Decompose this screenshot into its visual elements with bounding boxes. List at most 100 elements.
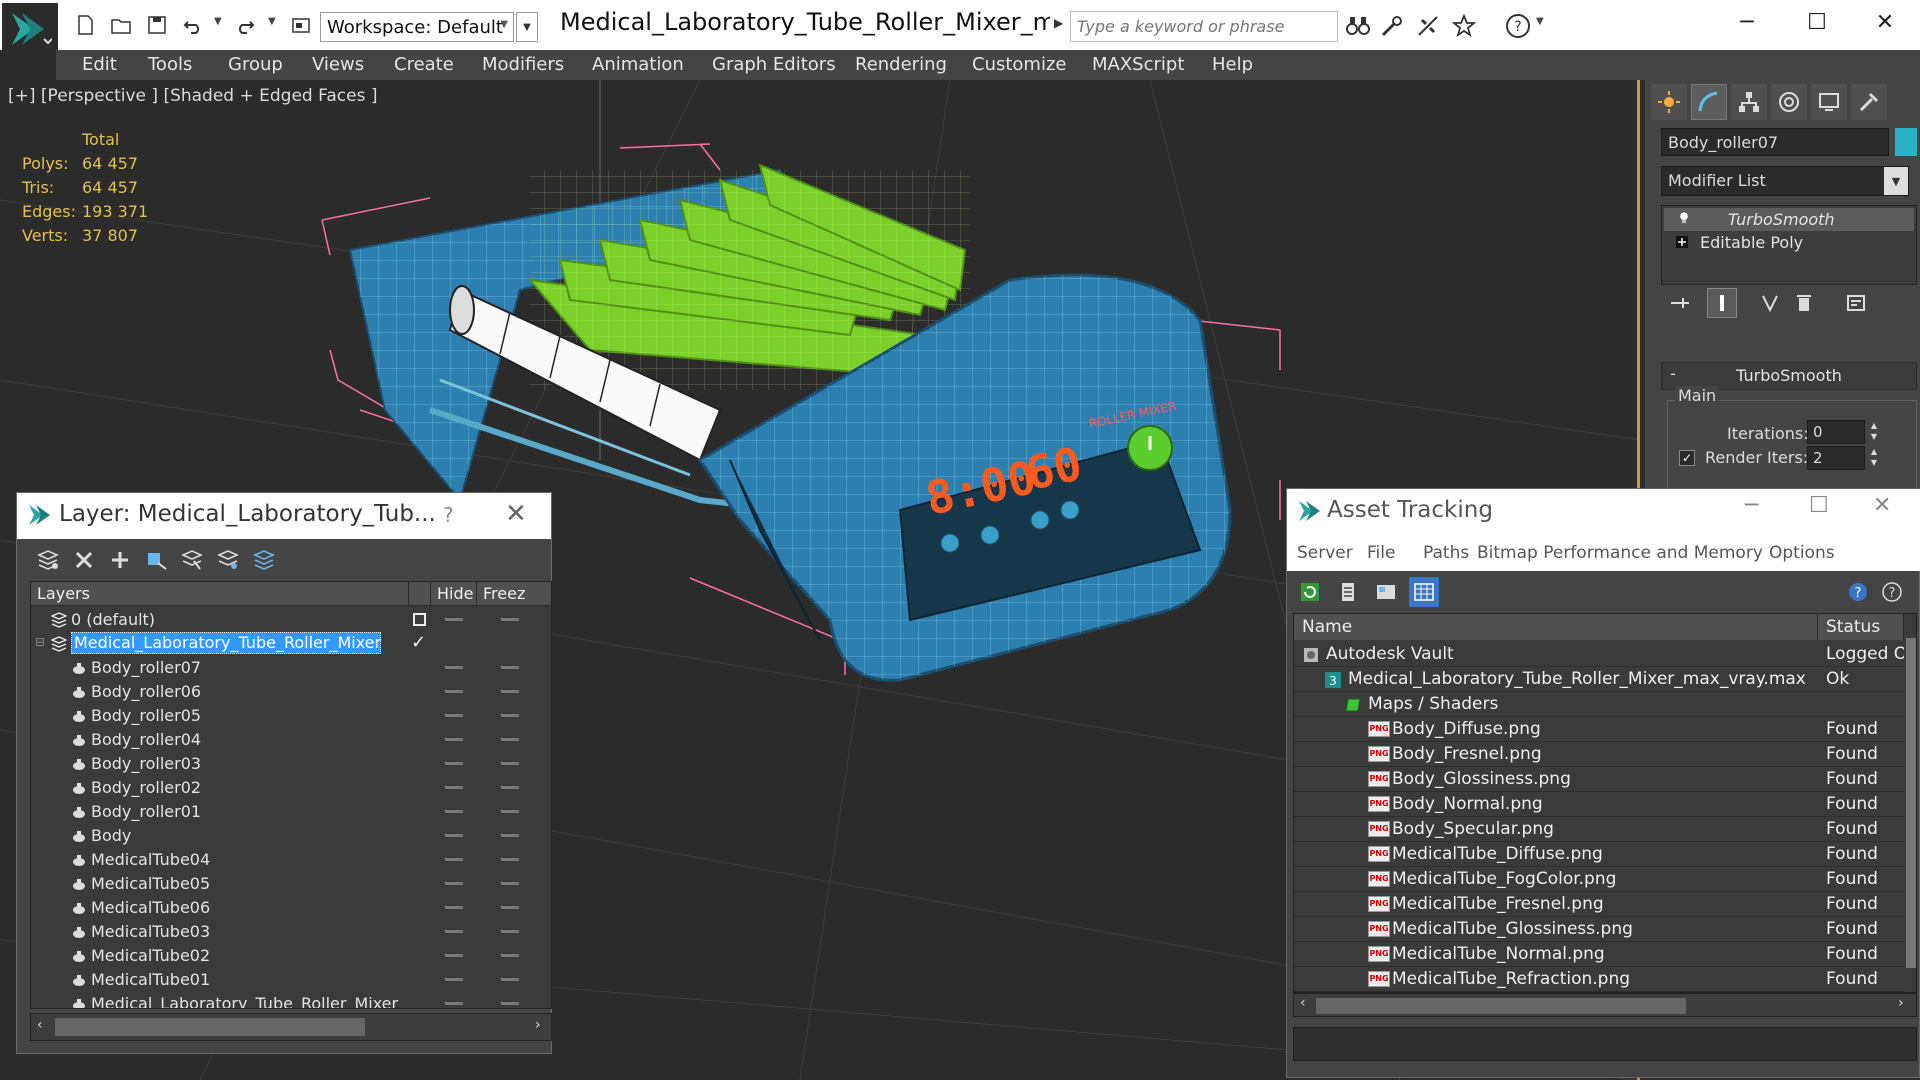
menu-rendering[interactable]: Rendering <box>855 54 947 75</box>
menu-maxscript[interactable]: MAXScript <box>1092 54 1184 75</box>
layer-object-row[interactable]: MedicalTube03 <box>31 920 551 944</box>
table-view-icon[interactable] <box>1409 577 1439 607</box>
asset-row[interactable]: PNG Body_Normal.png Found <box>1294 792 1904 817</box>
layer-object-row[interactable]: Body <box>31 824 551 848</box>
column-header-layers[interactable]: Layers <box>31 582 409 606</box>
hide-toggle[interactable] <box>445 738 463 741</box>
display-tab-icon[interactable] <box>1811 84 1847 120</box>
help-question-icon[interactable]: ? <box>1843 577 1873 607</box>
freeze-toggle[interactable] <box>501 978 519 981</box>
list-view-icon[interactable] <box>1333 577 1363 607</box>
asset-row[interactable]: Maps / Shaders <box>1294 692 1904 717</box>
layer-object-row[interactable]: MedicalTube02 <box>31 944 551 968</box>
asset-row[interactable]: PNG MedicalTube_Diffuse.png Found <box>1294 842 1904 867</box>
layer-settings-icon[interactable] <box>33 545 63 575</box>
spinner-arrows-icon[interactable]: ▲ ▼ <box>1867 420 1881 444</box>
tools-icon[interactable] <box>1378 13 1406 39</box>
hide-toggle[interactable] <box>445 1002 463 1005</box>
asset-row[interactable]: PNG Body_Fresnel.png Found <box>1294 742 1904 767</box>
asset-row[interactable]: PNG MedicalTube_Glossiness.png Found <box>1294 917 1904 942</box>
column-header-freeze[interactable]: Freez <box>477 582 551 606</box>
thumbnail-view-icon[interactable] <box>1371 577 1401 607</box>
hide-toggle[interactable] <box>445 666 463 669</box>
layer-object-row[interactable]: Body_roller03 <box>31 752 551 776</box>
title-expand-icon[interactable]: ▶ <box>1054 16 1063 30</box>
freeze-toggle[interactable] <box>501 1002 519 1005</box>
layer-object-row[interactable]: Body_roller01 <box>31 800 551 824</box>
current-layer-check-icon[interactable]: ✓ <box>411 632 426 653</box>
freeze-toggle[interactable] <box>501 930 519 933</box>
help-icon[interactable]: ? <box>443 503 454 527</box>
create-tab-icon[interactable] <box>1651 84 1687 120</box>
object-color-swatch[interactable] <box>1895 128 1917 156</box>
motion-tab-icon[interactable] <box>1771 84 1807 120</box>
show-end-result-icon[interactable] <box>1707 288 1737 318</box>
highlight-layer-icon[interactable] <box>213 545 243 575</box>
menu-help[interactable]: Help <box>1212 54 1253 75</box>
hide-toggle[interactable] <box>445 618 463 621</box>
hide-toggle[interactable] <box>445 714 463 717</box>
freeze-toggle[interactable] <box>501 666 519 669</box>
hide-toggle[interactable] <box>445 858 463 861</box>
freeze-toggle[interactable] <box>501 738 519 741</box>
search-input[interactable] <box>1070 11 1338 42</box>
asset-row[interactable]: PNG MedicalTube_Fresnel.png Found <box>1294 892 1904 917</box>
asset-menu-server[interactable]: Server <box>1297 543 1353 563</box>
menu-tools[interactable]: Tools <box>148 54 192 75</box>
minimize-icon[interactable]: ─ <box>1712 0 1782 44</box>
freeze-toggle[interactable] <box>501 906 519 909</box>
menu-edit[interactable]: Edit <box>82 54 117 75</box>
hide-toggle[interactable] <box>445 762 463 765</box>
freeze-toggle[interactable] <box>501 810 519 813</box>
open-folder-icon[interactable] <box>108 12 134 38</box>
layer-object-row[interactable]: Body_roller07 <box>31 656 551 680</box>
scrollbar-thumb[interactable] <box>1906 638 1916 968</box>
undo-dropdown-icon[interactable]: ▼ <box>214 16 226 34</box>
hide-toggle[interactable] <box>445 690 463 693</box>
stack-item-turbosmooth[interactable]: TurboSmooth <box>1664 208 1914 231</box>
layer-object-row[interactable]: MedicalTube01 <box>31 968 551 992</box>
asset-row[interactable]: Autodesk Vault Logged Out <box>1294 642 1904 667</box>
help-dropdown-icon[interactable]: ▼ <box>1536 16 1548 34</box>
iterations-spinner[interactable]: 0 <box>1807 420 1865 444</box>
close-icon[interactable]: ✕ <box>505 499 527 529</box>
add-selection-icon[interactable] <box>141 545 171 575</box>
save-icon[interactable] <box>144 12 170 38</box>
redo-dropdown-icon[interactable]: ▼ <box>268 16 280 34</box>
binoculars-icon[interactable] <box>1344 13 1372 39</box>
configure-sets-icon[interactable] <box>1841 288 1871 318</box>
help-icon[interactable]: ? <box>1504 13 1532 39</box>
asset-menu-bitmap[interactable]: Bitmap Performance and Memory <box>1477 543 1763 563</box>
asset-row[interactable]: PNG Body_Specular.png Found <box>1294 817 1904 842</box>
delete-layer-icon[interactable] <box>69 545 99 575</box>
scrollbar-thumb[interactable] <box>55 1018 365 1036</box>
collapse-minus-icon[interactable]: ⊟ <box>35 635 45 649</box>
active-layer-checkbox[interactable] <box>413 613 426 626</box>
hide-toggle[interactable] <box>445 930 463 933</box>
lightbulb-icon[interactable] <box>1678 212 1690 224</box>
layer-object-row[interactable]: Medical_Laboratory_Tube_Roller_Mixer <box>31 992 551 1008</box>
make-unique-icon[interactable] <box>1755 288 1785 318</box>
hierarchy-tab-icon[interactable] <box>1731 84 1767 120</box>
scroll-right-icon[interactable]: › <box>535 1017 541 1033</box>
workspace-dropdown[interactable]: Workspace: Default ▼ <box>320 12 514 42</box>
freeze-toggle[interactable] <box>501 714 519 717</box>
hide-toggle[interactable] <box>445 834 463 837</box>
freeze-toggle[interactable] <box>501 762 519 765</box>
menu-animation[interactable]: Animation <box>592 54 684 75</box>
asset-row[interactable]: PNG MedicalTube_Refraction.png Found <box>1294 967 1904 992</box>
freeze-toggle[interactable] <box>501 618 519 621</box>
asset-menu-options[interactable]: Options <box>1769 543 1835 563</box>
scroll-left-icon[interactable]: ‹ <box>1300 995 1306 1011</box>
refresh-icon[interactable] <box>1295 577 1325 607</box>
menu-graph-editors[interactable]: Graph Editors <box>712 54 836 75</box>
asset-window-titlebar[interactable]: Asset Tracking ─ ☐ ✕ <box>1287 489 1920 535</box>
freeze-toggle[interactable] <box>501 834 519 837</box>
remove-modifier-icon[interactable] <box>1789 288 1819 318</box>
render-iters-spinner[interactable]: 2 <box>1807 446 1865 470</box>
column-header-hide[interactable]: Hide <box>431 582 477 606</box>
connect-icon[interactable] <box>1414 13 1442 39</box>
app-logo-icon[interactable] <box>2 3 58 55</box>
hide-toggle[interactable] <box>445 954 463 957</box>
modifier-list-dropdown[interactable]: Modifier List ▼ <box>1661 166 1909 196</box>
